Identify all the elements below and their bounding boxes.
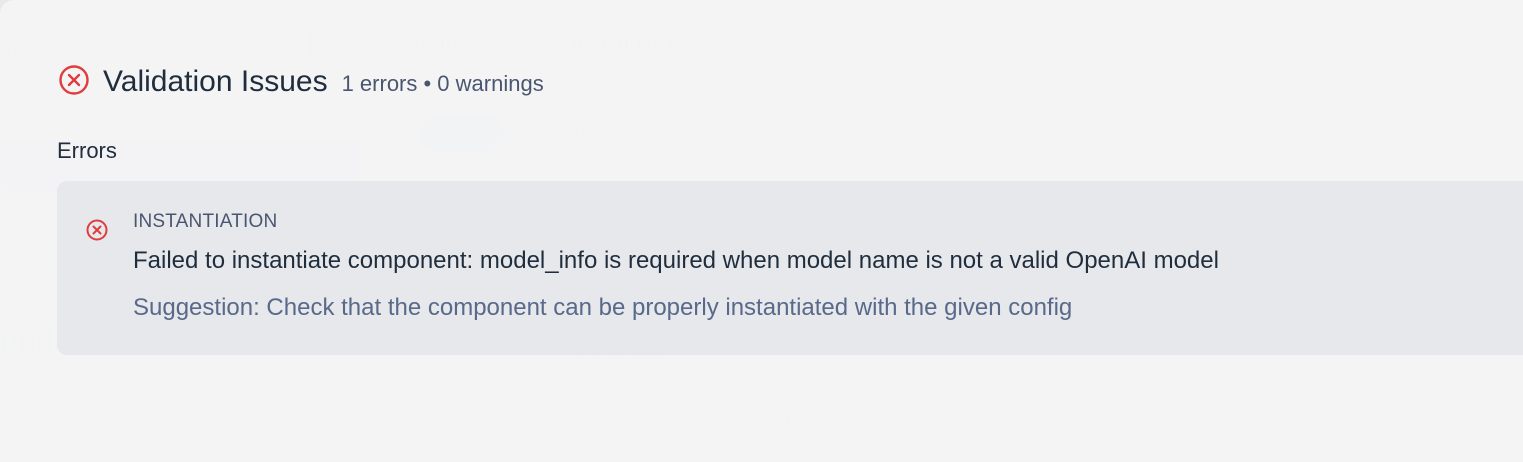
validation-issues-modal: Validation Issues 1 errors • 0 warnings …: [0, 0, 1523, 462]
error-suggestion: Suggestion: Check that the component can…: [133, 294, 1073, 321]
errors-section-label: Errors: [57, 138, 117, 163]
issue-count: 1 errors • 0 warnings: [341, 71, 544, 96]
modal-title: Validation Issues: [103, 65, 328, 98]
x-circle-icon: [84, 217, 110, 243]
error-item: INSTANTIATION Failed to instantiate comp…: [57, 181, 1523, 355]
modal-header: Validation Issues 1 errors • 0 warnings: [57, 58, 544, 99]
error-message: Failed to instantiate component: model_i…: [133, 247, 1219, 274]
x-circle-icon: [57, 63, 91, 97]
error-category: INSTANTIATION: [133, 211, 278, 232]
